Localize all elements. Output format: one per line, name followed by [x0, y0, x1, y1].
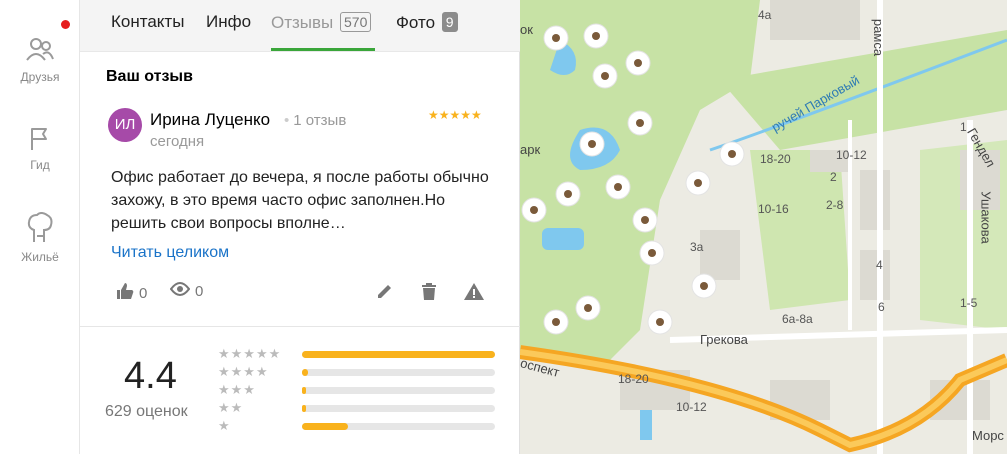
rating-bar-track	[302, 351, 495, 358]
map-label-house: 1-5	[960, 296, 978, 310]
sidebar-item-guide[interactable]: Гид	[0, 126, 80, 172]
review-date: сегодня	[150, 133, 205, 150]
map[interactable]: ручей Парковый Грекова Ушакова Гендел ра…	[520, 0, 1007, 454]
rating-bar-fill	[302, 351, 495, 358]
map-label-house: 18-20	[618, 372, 649, 386]
sidebar-item-label: Жильё	[21, 250, 59, 264]
map-label-house: 10-12	[676, 400, 707, 414]
map-label-house: 10-16	[758, 202, 789, 216]
divider	[80, 326, 520, 327]
rating-bar-fill	[302, 423, 349, 430]
rating-distribution-row: ★★★	[218, 382, 498, 398]
review-text: Офис работает до вечера, я после работы …	[111, 169, 489, 232]
tab-photos[interactable]: Фото 9	[396, 12, 458, 33]
likes-count: 0	[139, 284, 148, 302]
map-label-house: 18-20	[760, 152, 791, 166]
avatar[interactable]: ИЛ	[108, 108, 142, 142]
star-icons: ★★	[218, 400, 244, 415]
map-label-ok: ок	[520, 22, 533, 37]
housing-icon	[0, 212, 80, 244]
report-button[interactable]	[463, 282, 485, 305]
rating-distribution-row: ★	[218, 418, 498, 434]
edit-button[interactable]	[376, 282, 394, 304]
organization-panel: Контакты Инфо Отзывы 570 Фото 9 Ваш отзы…	[80, 0, 520, 454]
eye-icon	[169, 282, 191, 300]
delete-button[interactable]	[421, 282, 437, 305]
sidebar-item-label: Друзья	[20, 70, 60, 84]
rating-bar-track	[302, 369, 495, 376]
map-label-house: 2-8	[826, 198, 844, 212]
map-label-house: 4а	[758, 8, 772, 22]
rating-bar-fill	[302, 405, 306, 412]
warning-icon	[463, 282, 485, 305]
trash-icon	[421, 282, 437, 305]
map-label-house: 2	[830, 170, 837, 184]
author-reviews-count: • 1 отзыв	[284, 112, 347, 129]
active-tab-indicator	[271, 48, 375, 51]
star-icons: ★★★★★	[218, 346, 282, 361]
rating-bar-fill	[302, 387, 306, 394]
tab-contacts[interactable]: Контакты	[111, 12, 184, 32]
left-rail: Друзья Гид Жильё	[0, 0, 80, 454]
map-label-mors: Морс	[972, 428, 1004, 443]
map-label-house: 10-12	[836, 148, 867, 162]
views-count: 0	[195, 282, 204, 300]
flag-icon	[0, 126, 80, 152]
thumbs-up-icon	[116, 282, 134, 304]
like-button[interactable]: 0	[116, 282, 147, 304]
map-label-park: арк	[520, 142, 541, 157]
tab-bar: Контакты Инфо Отзывы 570 Фото 9	[80, 0, 520, 52]
map-label-house: 4	[876, 258, 883, 272]
map-label-house: 6а-8а	[782, 312, 813, 326]
star-icons: ★	[218, 418, 231, 433]
sidebar-item-friends[interactable]: Друзья	[0, 36, 80, 84]
star-icons: ★★★	[218, 382, 256, 397]
rating-bar-track	[302, 405, 495, 412]
author-name[interactable]: Ирина Луценко	[150, 110, 270, 130]
map-label-ushakova: Ушакова	[978, 191, 994, 244]
tab-info[interactable]: Инфо	[206, 12, 251, 32]
rating-bar-track	[302, 387, 495, 394]
map-label-grekova: Грекова	[700, 332, 748, 347]
rating-bar-fill	[302, 369, 308, 376]
rating-distribution-row: ★★★★★	[218, 346, 498, 362]
friends-icon	[0, 36, 80, 64]
views-indicator: 0	[169, 282, 204, 300]
map-label-house: 1	[960, 120, 967, 134]
map-label-ramsa: рамса	[871, 18, 887, 57]
pencil-icon	[376, 282, 394, 304]
star-icons: ★★★★	[218, 364, 269, 379]
tab-reviews[interactable]: Отзывы 570	[271, 12, 372, 33]
photos-count-badge: 9	[441, 12, 458, 32]
notification-dot	[61, 20, 70, 29]
rating-value: 4.4	[124, 355, 177, 397]
read-more-link[interactable]: Читать целиком	[111, 244, 229, 262]
rating-distribution-row: ★★	[218, 400, 498, 416]
map-label-house: 6	[878, 300, 885, 314]
ratings-count: 629 оценок	[105, 403, 188, 420]
sidebar-item-housing[interactable]: Жильё	[0, 212, 80, 264]
map-canvas	[520, 0, 1007, 454]
your-review-title: Ваш отзыв	[106, 68, 193, 85]
review-stars: ★★★★★	[428, 108, 482, 122]
rating-distribution-row: ★★★★	[218, 364, 498, 380]
map-label-house: 3а	[690, 240, 704, 254]
reviews-count-badge: 570	[340, 12, 372, 32]
sidebar-item-label: Гид	[30, 158, 50, 172]
rating-bar-track	[302, 423, 495, 430]
